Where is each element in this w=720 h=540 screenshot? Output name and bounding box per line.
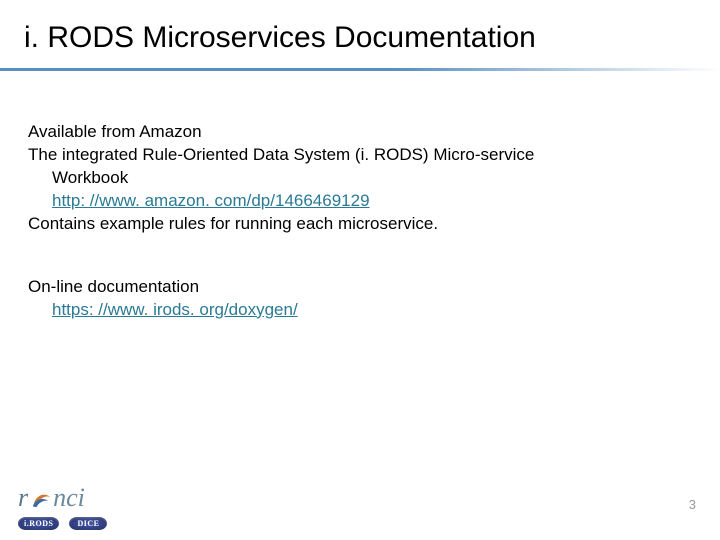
content-body: Available from Amazon The integrated Rul… <box>0 71 720 322</box>
page-number: 3 <box>689 497 696 512</box>
badge-row: i.RODS DICE <box>18 517 107 530</box>
section1-line1: Available from Amazon <box>28 121 692 144</box>
section2: On-line documentation https: //www. irod… <box>28 276 692 322</box>
renci-logo-nci: nci <box>53 483 85 513</box>
renci-swoosh-icon <box>30 487 52 509</box>
dice-badge: DICE <box>69 517 107 530</box>
renci-logo-r: r <box>18 483 28 513</box>
renci-logo: r nci <box>18 483 85 513</box>
irods-badge: i.RODS <box>18 517 59 530</box>
section1-line3: Workbook <box>52 167 692 190</box>
title-block: i. RODS Microservices Documentation <box>0 0 720 60</box>
irods-doxygen-link[interactable]: https: //www. irods. org/doxygen/ <box>52 299 692 322</box>
amazon-link[interactable]: http: //www. amazon. com/dp/1466469129 <box>52 190 692 213</box>
section1-line2: The integrated Rule-Oriented Data System… <box>28 144 692 167</box>
section2-line1: On-line documentation <box>28 276 692 299</box>
section1-line4: Contains example rules for running each … <box>28 213 692 236</box>
slide: i. RODS Microservices Documentation Avai… <box>0 0 720 540</box>
footer: r nci i.RODS DICE <box>18 483 107 530</box>
slide-title: i. RODS Microservices Documentation <box>24 20 696 56</box>
